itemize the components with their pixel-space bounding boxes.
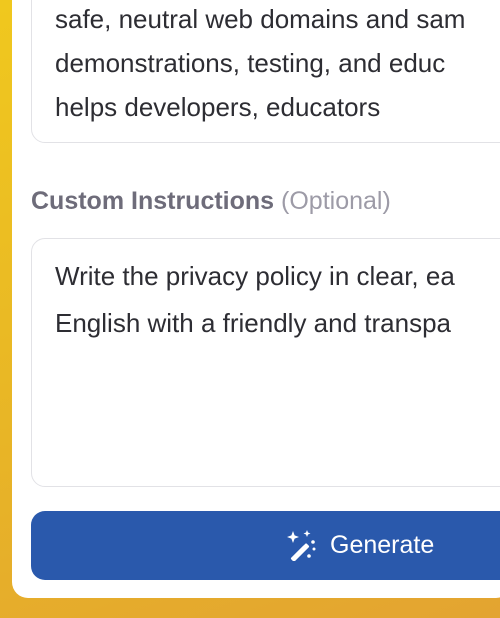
optional-label: (Optional) xyxy=(281,187,391,215)
custom-instructions-label-text: Custom Instructions xyxy=(31,187,275,215)
custom-instructions-label: Custom Instructions (Optional) xyxy=(31,187,391,216)
description-text: safe, neutral web domains and sam demons… xyxy=(55,4,466,122)
form-card: safe, neutral web domains and sam demons… xyxy=(12,0,500,598)
generate-button[interactable]: Generate xyxy=(31,511,500,580)
custom-instructions-text: Write the privacy policy in clear, ea En… xyxy=(55,261,455,338)
generate-button-label: Generate xyxy=(330,531,435,559)
magic-wand-icon xyxy=(285,529,317,562)
description-textarea[interactable]: safe, neutral web domains and sam demons… xyxy=(31,0,500,143)
custom-instructions-textarea[interactable]: Write the privacy policy in clear, ea En… xyxy=(31,238,500,487)
